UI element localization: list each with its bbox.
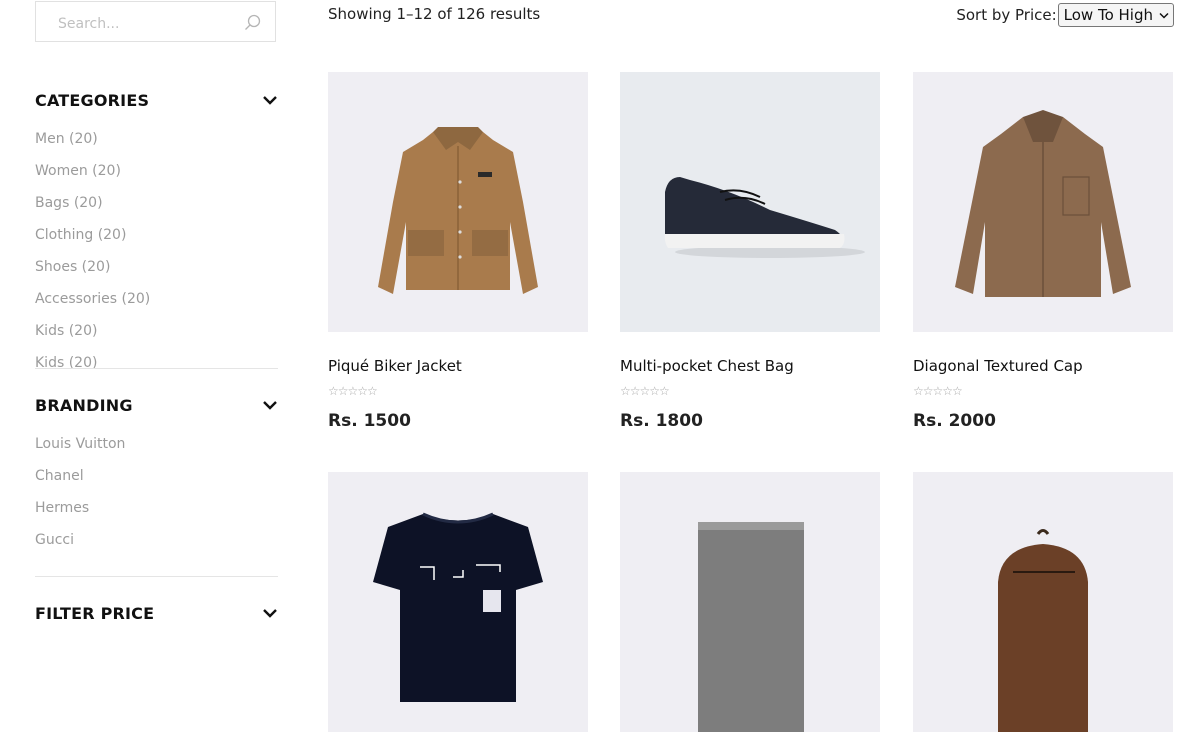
scarf-image: [698, 522, 804, 732]
product-image[interactable]: [913, 72, 1173, 332]
sneaker-image: [664, 177, 865, 258]
divider: [35, 368, 278, 369]
categories-title: CATEGORIES: [35, 91, 150, 110]
product-card[interactable]: [620, 472, 880, 732]
category-item-clothing[interactable]: Clothing (20): [35, 226, 278, 258]
chevron-down-icon: [1159, 12, 1169, 19]
category-item-women[interactable]: Women (20): [35, 162, 278, 194]
brand-list: Louis Vuitton Chanel Hermes Gucci: [35, 435, 278, 565]
brand-item-louis-vuitton[interactable]: Louis Vuitton: [35, 435, 278, 467]
product-name[interactable]: Diagonal Textured Cap: [913, 357, 1083, 375]
search-icon[interactable]: [244, 14, 261, 31]
product-card[interactable]: Piqué Biker Jacket ☆☆☆☆☆ Rs. 1500: [328, 72, 588, 431]
product-price: Rs. 1500: [328, 411, 411, 431]
product-price: Rs. 2000: [913, 411, 996, 431]
product-name[interactable]: Piqué Biker Jacket: [328, 357, 462, 375]
backpack-image: [998, 529, 1088, 732]
chevron-down-icon[interactable]: [262, 94, 278, 106]
product-image[interactable]: [620, 472, 880, 732]
category-item-kids[interactable]: Kids (20): [35, 322, 278, 354]
search-box: [35, 1, 276, 42]
category-item-kids[interactable]: Kids (20): [35, 354, 278, 368]
brand-item-hermes[interactable]: Hermes: [35, 499, 278, 531]
filter-price-title: FILTER PRICE: [35, 604, 155, 623]
branding-title: BRANDING: [35, 396, 133, 415]
rating-stars-icon: ☆☆☆☆☆: [913, 384, 963, 398]
sort-selected-value: Low To High: [1063, 6, 1153, 24]
filter-price-header[interactable]: FILTER PRICE: [35, 604, 278, 624]
product-image[interactable]: [328, 72, 588, 332]
product-card[interactable]: Diagonal Textured Cap ☆☆☆☆☆ Rs. 2000: [913, 72, 1173, 431]
results-count: Showing 1–12 of 126 results: [328, 5, 541, 23]
category-item-accessories[interactable]: Accessories (20): [35, 290, 278, 322]
product-image[interactable]: [620, 72, 880, 332]
category-item-shoes[interactable]: Shoes (20): [35, 258, 278, 290]
sort-select[interactable]: Low To High: [1057, 3, 1174, 27]
brand-item-gucci[interactable]: Gucci: [35, 531, 278, 563]
tshirt-image: [373, 512, 543, 702]
rating-stars-icon: ☆☆☆☆☆: [328, 384, 378, 398]
chevron-down-icon[interactable]: [262, 607, 278, 619]
product-price: Rs. 1800: [620, 411, 703, 431]
shirt-image: [955, 110, 1131, 297]
categories-header[interactable]: CATEGORIES: [35, 91, 278, 111]
product-card[interactable]: Multi-pocket Chest Bag ☆☆☆☆☆ Rs. 1800: [620, 72, 880, 431]
jacket-image: [378, 127, 538, 294]
search-input[interactable]: [56, 13, 240, 35]
product-name[interactable]: Multi-pocket Chest Bag: [620, 357, 794, 375]
sort-label: Sort by Price:: [956, 6, 1057, 24]
sort-control: Sort by Price: Low To High: [956, 3, 1174, 27]
category-item-men[interactable]: Men (20): [35, 130, 278, 162]
product-card[interactable]: [328, 472, 588, 732]
chevron-down-icon[interactable]: [262, 399, 278, 411]
product-card[interactable]: [913, 472, 1173, 732]
brand-item-chanel[interactable]: Chanel: [35, 467, 278, 499]
branding-header[interactable]: BRANDING: [35, 396, 278, 416]
divider: [35, 576, 278, 577]
category-list: Men (20) Women (20) Bags (20) Clothing (…: [35, 130, 278, 368]
product-image[interactable]: [328, 472, 588, 732]
category-item-bags[interactable]: Bags (20): [35, 194, 278, 226]
rating-stars-icon: ☆☆☆☆☆: [620, 384, 670, 398]
product-image[interactable]: [913, 472, 1173, 732]
